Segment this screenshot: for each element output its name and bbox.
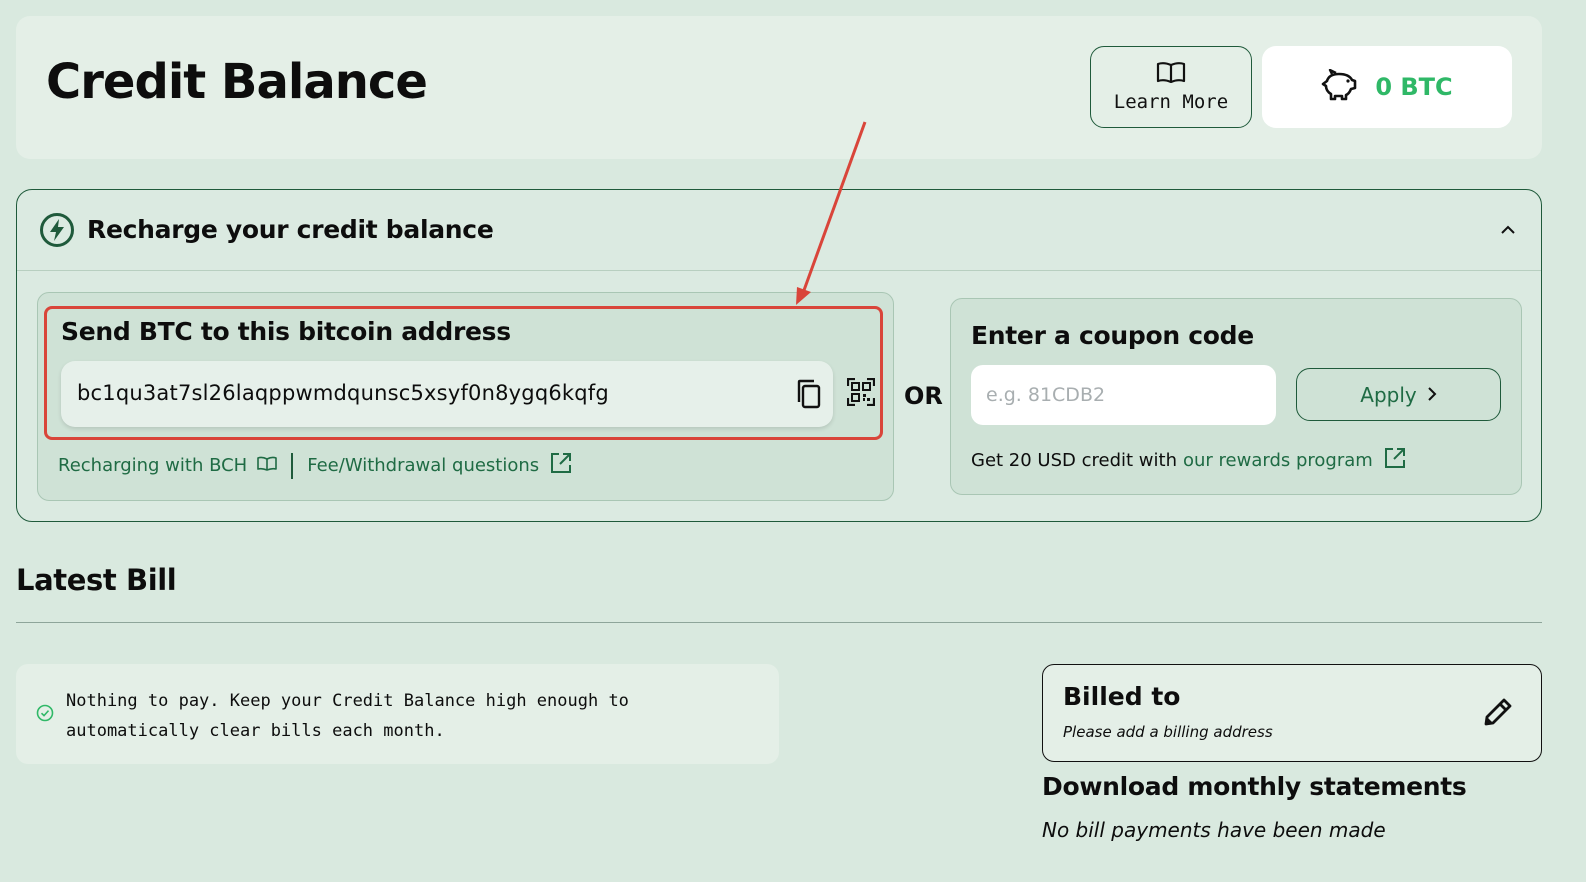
qr-code-icon[interactable]: [846, 377, 876, 410]
bill-divider: [16, 622, 1542, 623]
recharge-header[interactable]: Recharge your credit balance: [17, 190, 1541, 271]
bill-status-text: Nothing to pay. Keep your Credit Balance…: [66, 691, 629, 741]
link-separator: [291, 452, 294, 479]
rewards-prefix: Get 20 USD credit with: [971, 450, 1177, 471]
billed-to-subtitle: Please add a billing address: [1063, 723, 1273, 741]
billed-to-card: Billed to Please add a billing address: [1042, 664, 1542, 762]
chevron-up-icon[interactable]: [1499, 222, 1517, 241]
balance-box: 0 BTC: [1262, 46, 1512, 128]
book-icon: [257, 455, 278, 476]
btc-address-title: Send BTC to this bitcoin address: [61, 317, 511, 346]
pencil-icon[interactable]: [1481, 695, 1515, 733]
statements-subtitle: No bill payments have been made: [1042, 818, 1386, 842]
btc-address-text[interactable]: bc1qu3at7sl26laqppwmdqunsc5xsyf0n8ygq6kq…: [77, 381, 609, 405]
header-card: Credit Balance Learn More 0 BTC: [16, 16, 1542, 159]
billed-to-title: Billed to: [1063, 682, 1181, 711]
bill-status-card: Nothing to pay. Keep your Credit Balance…: [16, 664, 779, 764]
btc-help-links: Recharging with BCH Fee/Withdrawal quest…: [58, 451, 573, 480]
balance-value: 0 BTC: [1375, 73, 1453, 101]
coupon-title: Enter a coupon code: [971, 321, 1254, 350]
highlight-box: Send BTC to this bitcoin address bc1qu3a…: [44, 306, 883, 440]
or-separator: OR: [904, 382, 943, 410]
recharging-bch-link[interactable]: Recharging with BCH: [58, 455, 278, 476]
fee-withdrawal-label: Fee/Withdrawal questions: [307, 455, 540, 476]
page-title: Credit Balance: [46, 54, 428, 110]
learn-more-button[interactable]: Learn More: [1090, 46, 1252, 128]
learn-more-label: Learn More: [1113, 91, 1229, 113]
lightning-icon: [39, 212, 75, 252]
chevron-right-icon: [1427, 383, 1437, 407]
rewards-program-label: our rewards program: [1182, 450, 1373, 471]
latest-bill-title: Latest Bill: [16, 563, 177, 597]
recharging-bch-label: Recharging with BCH: [58, 455, 248, 476]
btc-address-panel: Send BTC to this bitcoin address bc1qu3a…: [37, 292, 894, 501]
external-link-icon: [1383, 446, 1407, 475]
statements-title: Download monthly statements: [1042, 772, 1467, 801]
recharge-card: Recharge your credit balance Send BTC to…: [16, 189, 1542, 522]
recharge-title: Recharge your credit balance: [87, 215, 494, 244]
copy-icon[interactable]: [795, 378, 823, 414]
rewards-line: Get 20 USD credit with our rewards progr…: [971, 446, 1407, 475]
rewards-program-link[interactable]: our rewards program: [1183, 446, 1407, 475]
coupon-panel: Enter a coupon code Apply Get 20 USD cre…: [950, 298, 1522, 495]
btc-address-field[interactable]: bc1qu3at7sl26laqppwmdqunsc5xsyf0n8ygq6kq…: [61, 361, 833, 427]
check-circle-icon: [36, 704, 54, 726]
piggy-bank-icon: [1321, 68, 1357, 105]
apply-button[interactable]: Apply: [1296, 368, 1501, 421]
apply-label: Apply: [1360, 382, 1417, 407]
fee-withdrawal-link[interactable]: Fee/Withdrawal questions: [307, 451, 573, 480]
external-link-icon: [549, 451, 573, 480]
coupon-input[interactable]: [971, 365, 1276, 425]
book-icon: [1156, 61, 1186, 87]
